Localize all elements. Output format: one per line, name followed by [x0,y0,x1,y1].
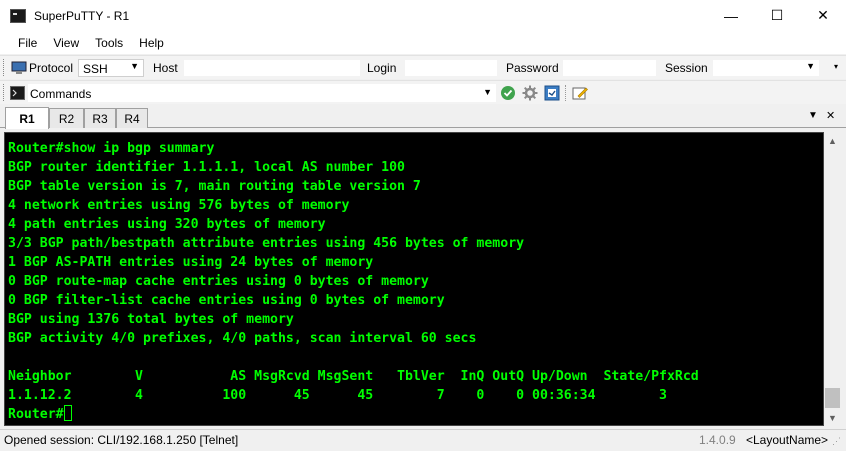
terminal-line: BGP activity 4/0 prefixes, 4/0 paths, sc… [8,331,477,346]
minimize-button[interactable]: — [708,0,754,31]
protocol-icon [11,61,27,74]
terminal-prompt-line: Router# [8,405,823,424]
commands-toolbar: Commands ▼ [0,80,846,104]
edit-icon[interactable] [572,85,588,101]
gear-icon[interactable] [522,85,538,101]
host-label: Host [153,61,178,75]
tab-r3[interactable]: R3 [84,108,116,128]
toolbar-separator [565,85,566,101]
tab-r4[interactable]: R4 [116,108,148,128]
toolbar-grip[interactable] [3,84,6,101]
terminal-line: 1 BGP AS-PATH entries using 24 bytes of … [8,255,374,270]
script-icon[interactable] [544,85,560,101]
terminal-prompt: Router# [8,407,64,422]
close-button[interactable]: ✕ [800,0,846,31]
version-label: 1.4.0.9 [699,433,736,447]
tab-list-icon[interactable]: ▼ [808,110,818,121]
session-label: Session [665,61,708,75]
terminal-line: Router#show ip bgp summary [8,141,215,156]
title-bar: SuperPuTTY - R1 — ☐ ✕ [0,0,846,31]
terminal-line: 4 path entries using 320 bytes of memory [8,217,326,232]
window-controls: — ☐ ✕ [708,0,846,31]
terminal-line: 4 network entries using 576 bytes of mem… [8,198,350,213]
terminal-line: 1.1.12.2 4 100 45 45 7 0 0 00:36:34 3 [8,388,667,403]
menu-file[interactable]: File [10,36,45,50]
chevron-down-icon: ▼ [483,87,492,97]
password-label: Password [506,61,559,75]
scroll-down-icon[interactable]: ▼ [824,409,841,426]
commands-label: Commands [30,87,92,101]
password-input[interactable] [562,59,657,77]
host-input[interactable] [183,59,361,77]
scroll-up-icon[interactable]: ▲ [824,132,841,149]
terminal-scrollbar[interactable]: ▲ ▼ [824,132,841,426]
menu-help[interactable]: Help [131,36,172,50]
terminal-line: 0 BGP route-map cache entries using 0 by… [8,274,429,289]
scrollbar-thumb[interactable] [825,388,840,408]
chevron-down-icon: ▼ [130,61,139,71]
login-label: Login [367,61,397,75]
tab-r2[interactable]: R2 [49,108,84,128]
tab-r1[interactable]: R1 [5,107,49,129]
send-command-icon[interactable] [500,85,516,101]
menu-view[interactable]: View [45,36,87,50]
login-input[interactable] [404,59,498,77]
connection-toolbar: Protocol SSH ▼ Host Login Password Sessi… [0,55,846,79]
terminal-line: 0 BGP filter-list cache entries using 0 … [8,293,445,308]
layout-name[interactable]: <LayoutName> [746,433,828,447]
terminal-cursor [63,405,72,421]
terminal-line: BGP router identifier 1.1.1.1, local AS … [8,160,405,175]
tab-strip: R1 R2 R3 R4 ▼ ✕ [0,105,846,129]
toolbar-grip[interactable] [3,59,6,76]
session-select[interactable]: ▼ [712,59,820,77]
chevron-down-icon: ▼ [806,61,815,71]
protocol-label: Protocol [29,61,74,75]
maximize-button[interactable]: ☐ [754,0,800,31]
window-title: SuperPuTTY - R1 [34,8,130,23]
protocol-value: SSH [83,62,108,76]
terminal-line: BGP using 1376 total bytes of memory [8,312,294,327]
status-bar: Opened session: CLI/192.168.1.250 [Telne… [0,429,846,451]
terminal-line: BGP table version is 7, main routing tab… [8,179,421,194]
commands-input[interactable]: Commands ▼ [27,83,497,103]
commands-terminal-icon [10,86,25,100]
toolbar-overflow-icon[interactable]: ▾ [834,62,838,71]
status-message: Opened session: CLI/192.168.1.250 [Telne… [4,433,239,447]
menu-bar: File View Tools Help [0,31,846,54]
resize-grip-icon[interactable]: ⋰ [832,436,841,447]
menu-tools[interactable]: Tools [87,36,131,50]
close-tab-icon[interactable]: ✕ [826,109,835,122]
terminal-output[interactable]: Router#show ip bgp summary BGP router id… [4,132,824,426]
protocol-select[interactable]: SSH ▼ [78,59,144,77]
terminal-line: 3/3 BGP path/bestpath attribute entries … [8,236,525,251]
terminal-line: Neighbor V AS MsgRcvd MsgSent TblVer InQ… [8,369,699,384]
app-terminal-icon [10,8,26,23]
